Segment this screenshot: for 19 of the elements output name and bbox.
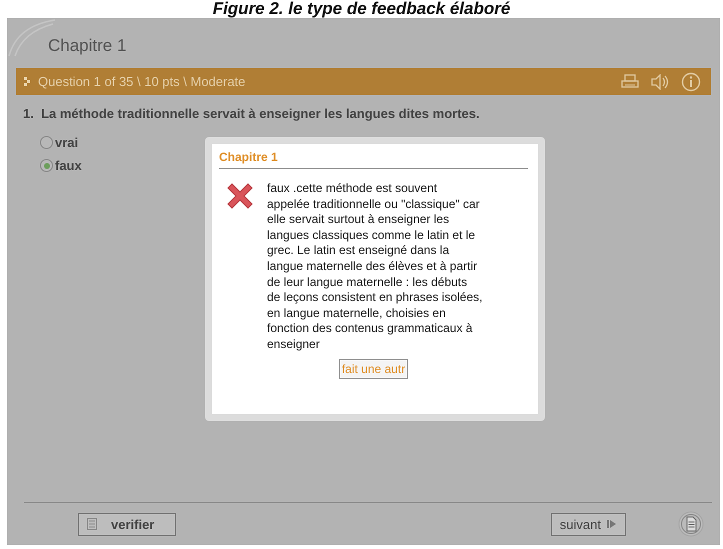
bullet-icon xyxy=(24,77,31,86)
chapter-title: Chapitre 1 xyxy=(48,36,126,57)
question-info: Question 1 of 35 \ 10 pts \ Moderate xyxy=(38,74,246,89)
radio-button[interactable] xyxy=(40,159,53,172)
answer-option[interactable]: faux xyxy=(40,158,82,173)
verifier-button[interactable]: verifier xyxy=(78,512,176,536)
radio-button[interactable] xyxy=(40,136,53,149)
feedback-message: faux .cette méthode est souvent appelée traditionnelle ou "classique" car elle servait surtout à enseigner les langues classiques comme le latin et le grec. Le latin est enseigné dans la langue maternelle des élèves et à partir de leur langue maternelle : les débuts de leçons consistent en phrases isolées, en langue maternelle, choisies en fonction des contenus grammaticaux à enseigner xyxy=(267,181,483,353)
figure-caption: Figure 2. le type de feedback élaboré xyxy=(212,0,510,18)
dialog-title: Chapitre 1 xyxy=(219,150,528,169)
next-icon xyxy=(607,519,617,529)
question-text: 1. La méthode traditionnelle servait à enseigner les langues dites mortes. xyxy=(22,105,481,121)
list-icon xyxy=(87,518,97,530)
info-icon[interactable] xyxy=(681,72,701,92)
next-button[interactable]: suivant xyxy=(550,512,626,536)
answer-option[interactable]: vrai xyxy=(40,135,78,150)
print-icon[interactable] xyxy=(621,74,639,90)
document-icon[interactable] xyxy=(678,511,704,537)
speaker-icon[interactable] xyxy=(651,74,669,90)
